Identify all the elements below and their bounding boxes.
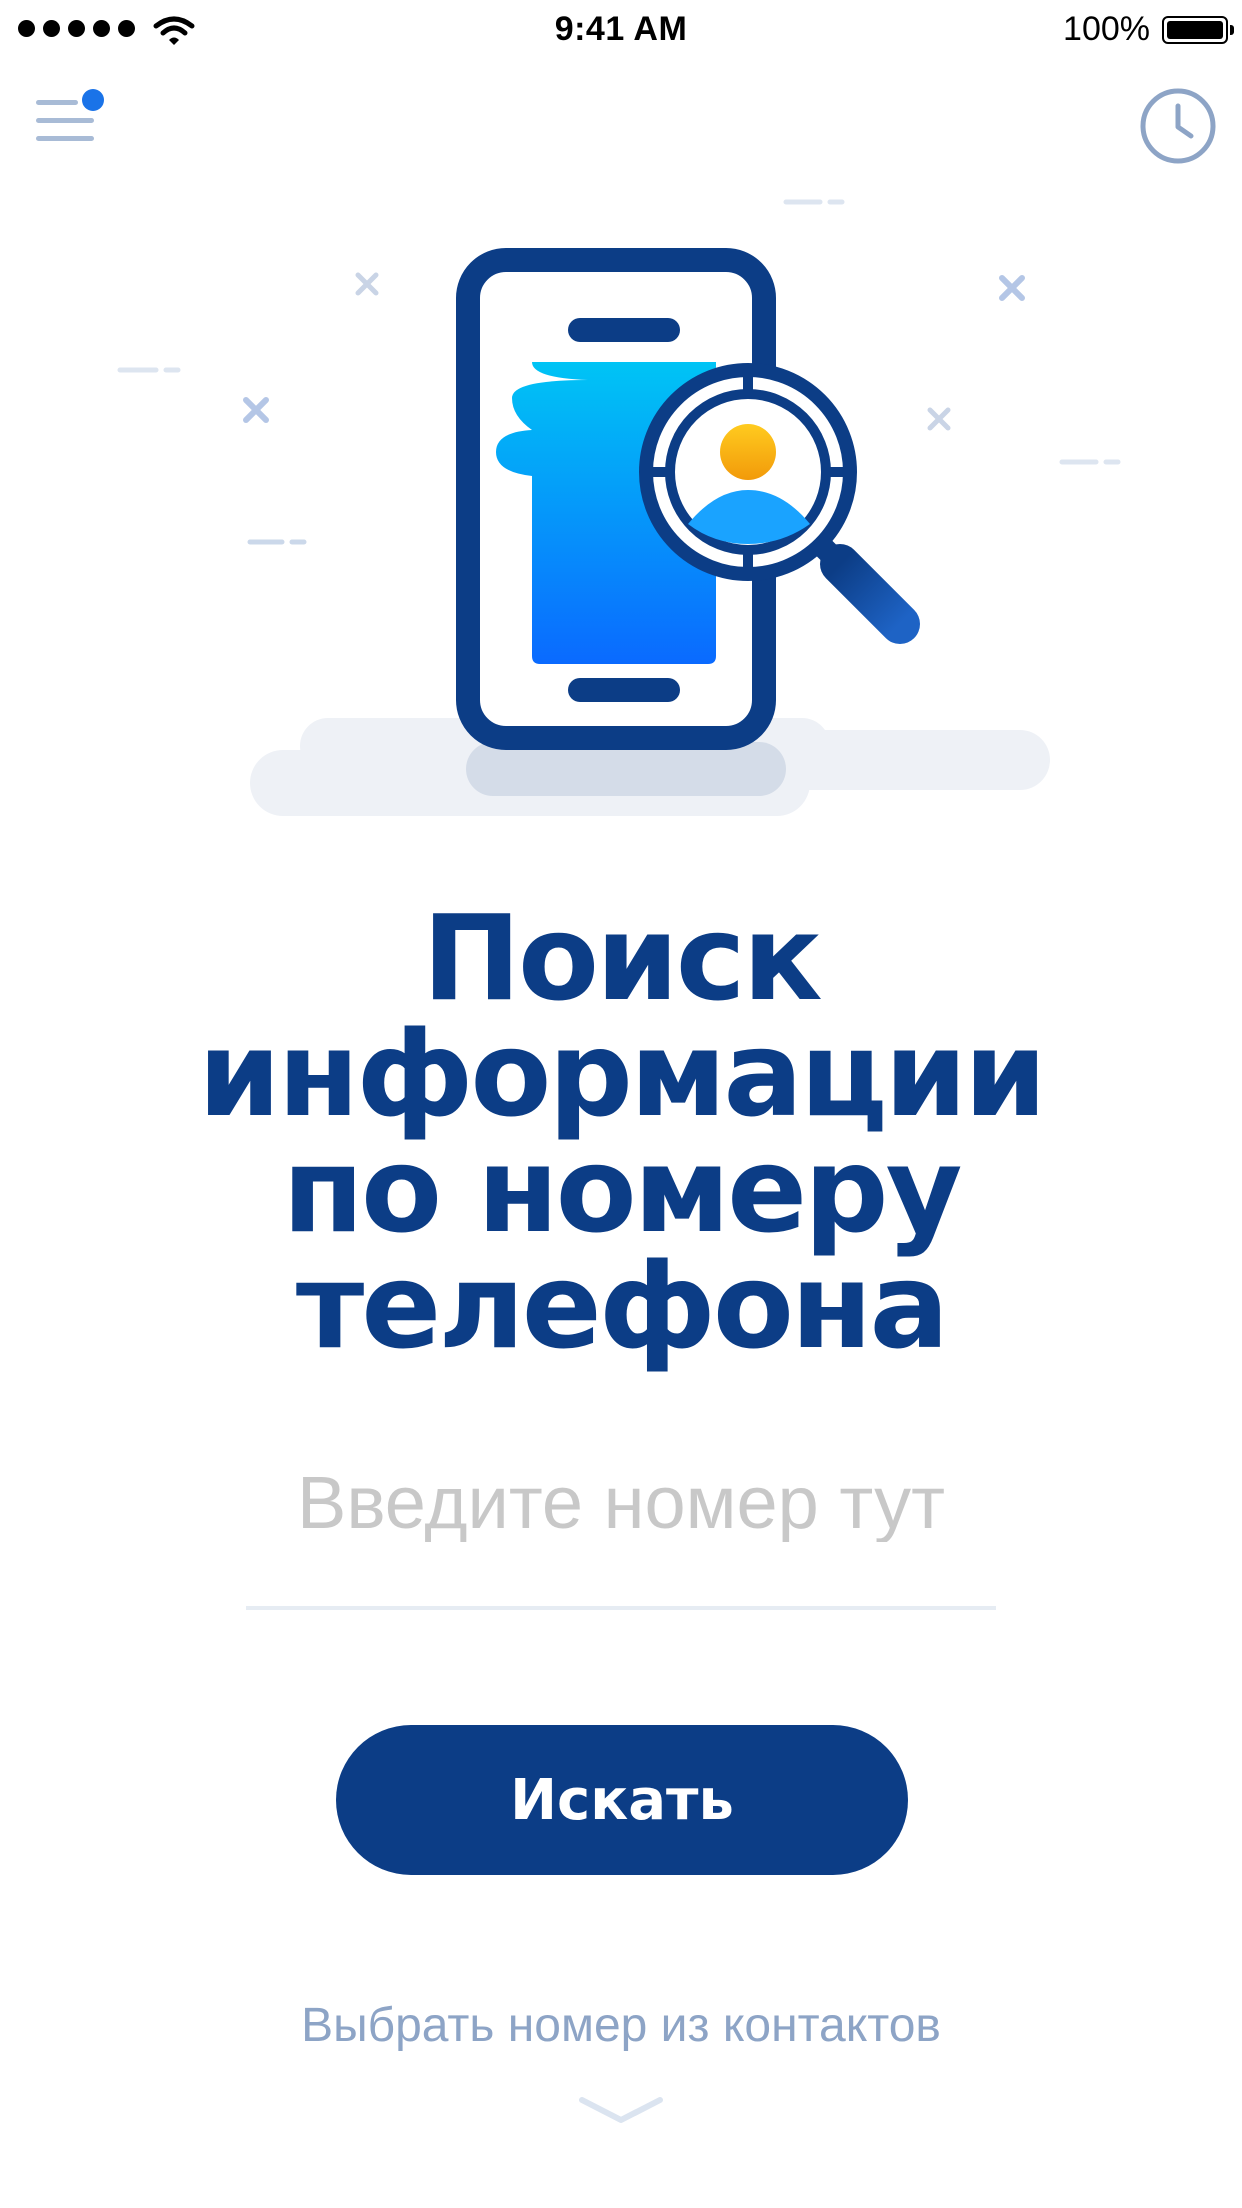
menu-button[interactable] <box>34 88 106 158</box>
phone-search-illustration <box>117 199 1121 816</box>
battery-icon <box>1162 16 1234 44</box>
search-button[interactable]: Искать <box>336 1725 908 1875</box>
clock-icon <box>1140 88 1216 164</box>
title-line: телефона <box>295 1237 949 1375</box>
title-line: информации <box>198 1005 1047 1143</box>
choose-from-contacts-link[interactable]: Выбрать номер из контактов <box>0 1998 1242 2053</box>
notification-dot <box>82 89 104 111</box>
title-line: Поиск <box>422 889 823 1027</box>
input-underline <box>246 1606 996 1610</box>
title-line: по номеру <box>282 1121 962 1259</box>
chevron-down-icon[interactable] <box>576 2092 666 2128</box>
page-title: Поиск информации по номеру телефона <box>0 889 1242 1375</box>
status-time: 9:41 AM <box>554 10 688 48</box>
battery-percent: 100% <box>1063 10 1150 48</box>
phone-number-input[interactable] <box>246 1462 996 1542</box>
history-button[interactable] <box>1138 86 1218 166</box>
status-bar: 9:41 AM 100% <box>0 0 1242 60</box>
